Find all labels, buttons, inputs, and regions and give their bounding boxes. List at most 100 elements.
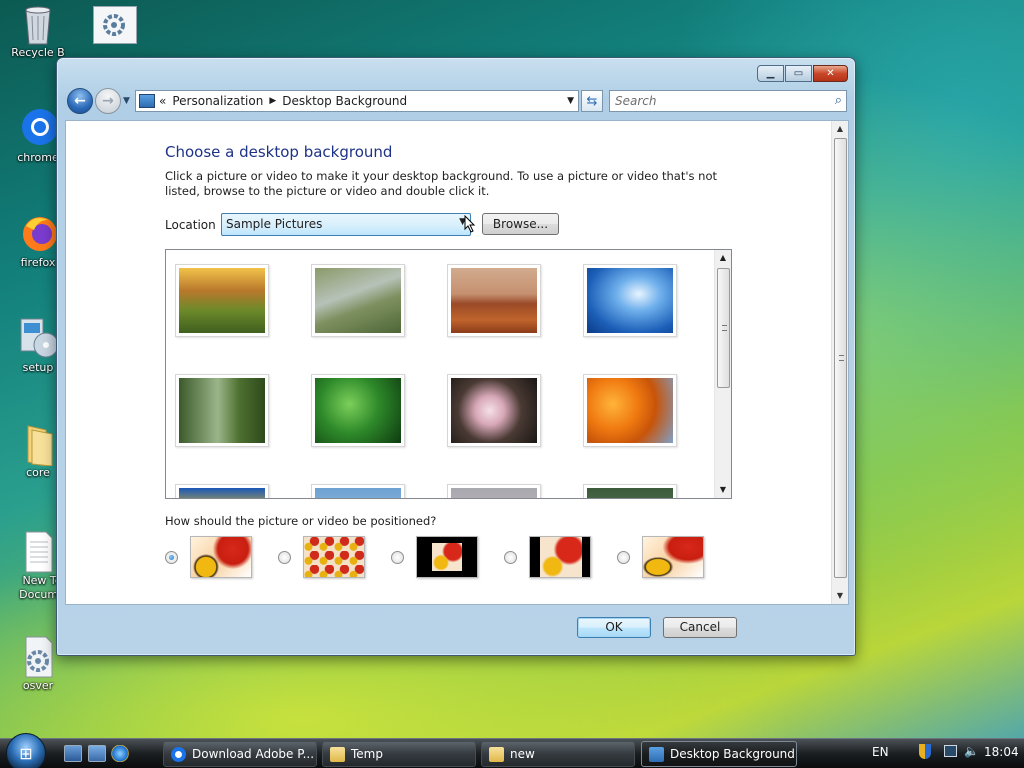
maximize-button[interactable]: ▭: [785, 65, 812, 82]
forest-path-image: [179, 378, 265, 443]
picture-thumbnail[interactable]: [447, 484, 541, 498]
chrome-icon: [171, 747, 186, 762]
folder-icon: [330, 747, 345, 762]
show-desktop-icon[interactable]: [64, 745, 82, 762]
orange-flowers-image: [587, 378, 673, 443]
picture-thumbnail[interactable]: [311, 264, 405, 337]
fill-preview-image[interactable]: [190, 536, 252, 578]
start-button[interactable]: ⊞: [6, 733, 46, 768]
page-title: Choose a desktop background: [165, 143, 393, 161]
control-panel-icon: [139, 94, 155, 108]
stream-image: [315, 268, 401, 333]
minimize-button[interactable]: ▁: [757, 65, 784, 82]
location-select[interactable]: Sample Pictures ▼: [221, 213, 471, 236]
radio-button[interactable]: [165, 551, 178, 564]
navigation-bar: ← → ▼ « Personalization ▶ Desktop Backgr…: [65, 87, 847, 115]
address-dropdown-icon[interactable]: ▼: [567, 96, 574, 106]
maximize-icon: ▭: [793, 68, 804, 79]
taskbar-button-new[interactable]: new: [481, 741, 635, 767]
green-plants-image: [315, 378, 401, 443]
internet-explorer-icon[interactable]: [111, 745, 129, 762]
taskbar-button-chrome[interactable]: Download Adobe P...: [163, 741, 317, 767]
desktop-background-window: ▁ ▭ ✕ ← → ▼ « Personalization ▶ Desktop …: [56, 57, 856, 656]
recycle-bin-icon: [18, 2, 58, 45]
position-question: How should the picture or video be posit…: [165, 514, 437, 528]
tile-preview-image[interactable]: [303, 536, 365, 578]
close-button[interactable]: ✕: [813, 65, 848, 82]
volume-muted-icon[interactable]: 🔈: [964, 744, 979, 758]
language-indicator[interactable]: EN: [872, 745, 889, 759]
mouse-cursor-icon: [464, 215, 476, 233]
picture-thumbnail[interactable]: [311, 484, 405, 498]
picture-thumbnail[interactable]: [583, 264, 677, 337]
text-document-icon: [18, 530, 58, 573]
gallery-scrollbar[interactable]: ▲ ▼: [714, 250, 731, 498]
scroll-thumb[interactable]: [717, 268, 730, 388]
scroll-up-icon[interactable]: ▲: [832, 121, 848, 137]
scroll-up-icon[interactable]: ▲: [715, 250, 731, 266]
fit-preview-inner: [540, 537, 582, 577]
dune-image: [451, 488, 537, 498]
desert-mesa-image: [451, 268, 537, 333]
security-shield-icon[interactable]: [919, 744, 931, 759]
picture-thumbnail[interactable]: [583, 484, 677, 498]
gear-document-icon: [18, 635, 58, 678]
picture-thumbnail[interactable]: [311, 374, 405, 447]
search-placeholder: Search: [615, 94, 657, 108]
cancel-button[interactable]: Cancel: [663, 617, 737, 638]
radio-button[interactable]: [504, 551, 517, 564]
breadcrumb-desktop-background[interactable]: Desktop Background: [282, 94, 407, 108]
folder-icon: [18, 422, 58, 467]
breadcrumb-overflow[interactable]: «: [159, 94, 166, 108]
desktop-icon-recycle-bin[interactable]: Recycle B: [4, 2, 72, 59]
search-icon[interactable]: ⌕: [835, 93, 842, 108]
taskbar-button-temp[interactable]: Temp: [322, 741, 476, 767]
location-value: Sample Pictures: [226, 217, 323, 231]
control-panel-icon: [649, 747, 664, 762]
picture-thumbnail[interactable]: [447, 264, 541, 337]
picture-thumbnail[interactable]: [447, 374, 541, 447]
breadcrumb-separator-icon[interactable]: ▶: [269, 96, 276, 106]
ok-button[interactable]: OK: [577, 617, 651, 638]
taskbar-button-desktop-background[interactable]: Desktop Background: [641, 741, 797, 767]
picture-thumbnail[interactable]: [175, 484, 269, 498]
settings-file-icon[interactable]: [92, 6, 138, 48]
autumn-landscape-image: [179, 268, 265, 333]
search-input[interactable]: Search ⌕: [609, 90, 847, 112]
address-bar[interactable]: « Personalization ▶ Desktop Background ▼: [135, 90, 579, 112]
network-icon[interactable]: [944, 745, 957, 757]
stretch-preview-image[interactable]: [642, 536, 704, 578]
refresh-button[interactable]: ⇆: [581, 90, 603, 112]
leaves-image: [587, 488, 673, 498]
recent-pages-dropdown[interactable]: ▼: [123, 96, 130, 106]
setup-icon: [18, 317, 59, 358]
taskbar-button-label: Download Adobe P...: [192, 747, 315, 761]
radio-button[interactable]: [617, 551, 630, 564]
switch-windows-icon[interactable]: [88, 745, 106, 762]
gear-document-icon: [93, 6, 137, 44]
center-preview-inner: [432, 543, 462, 571]
back-button[interactable]: ←: [67, 88, 93, 114]
scroll-down-icon[interactable]: ▼: [715, 482, 731, 498]
scroll-down-icon[interactable]: ▼: [832, 588, 848, 604]
breadcrumb-personalization[interactable]: Personalization: [172, 94, 263, 108]
picture-thumbnail[interactable]: [175, 374, 269, 447]
picture-thumbnail[interactable]: [175, 264, 269, 337]
center-preview-image[interactable]: [416, 536, 478, 578]
browse-button[interactable]: Browse...: [482, 213, 559, 235]
forward-button[interactable]: →: [95, 88, 121, 114]
radio-button[interactable]: [391, 551, 404, 564]
picture-grid: [166, 250, 715, 498]
desktop-icon-label: osver: [22, 679, 54, 692]
scroll-grip-icon: [839, 355, 844, 361]
picture-thumbnail[interactable]: [583, 374, 677, 447]
scroll-thumb[interactable]: [834, 138, 847, 578]
clock[interactable]: 18:04: [984, 745, 1019, 759]
fit-preview-image[interactable]: [529, 536, 591, 578]
content-scrollbar[interactable]: ▲ ▼: [831, 121, 848, 604]
taskbar-button-label: Temp: [351, 747, 383, 761]
blue-ocean-image: [587, 268, 673, 333]
white-flowers-image: [451, 378, 537, 443]
radio-button[interactable]: [278, 551, 291, 564]
scroll-grip-icon: [722, 325, 727, 331]
